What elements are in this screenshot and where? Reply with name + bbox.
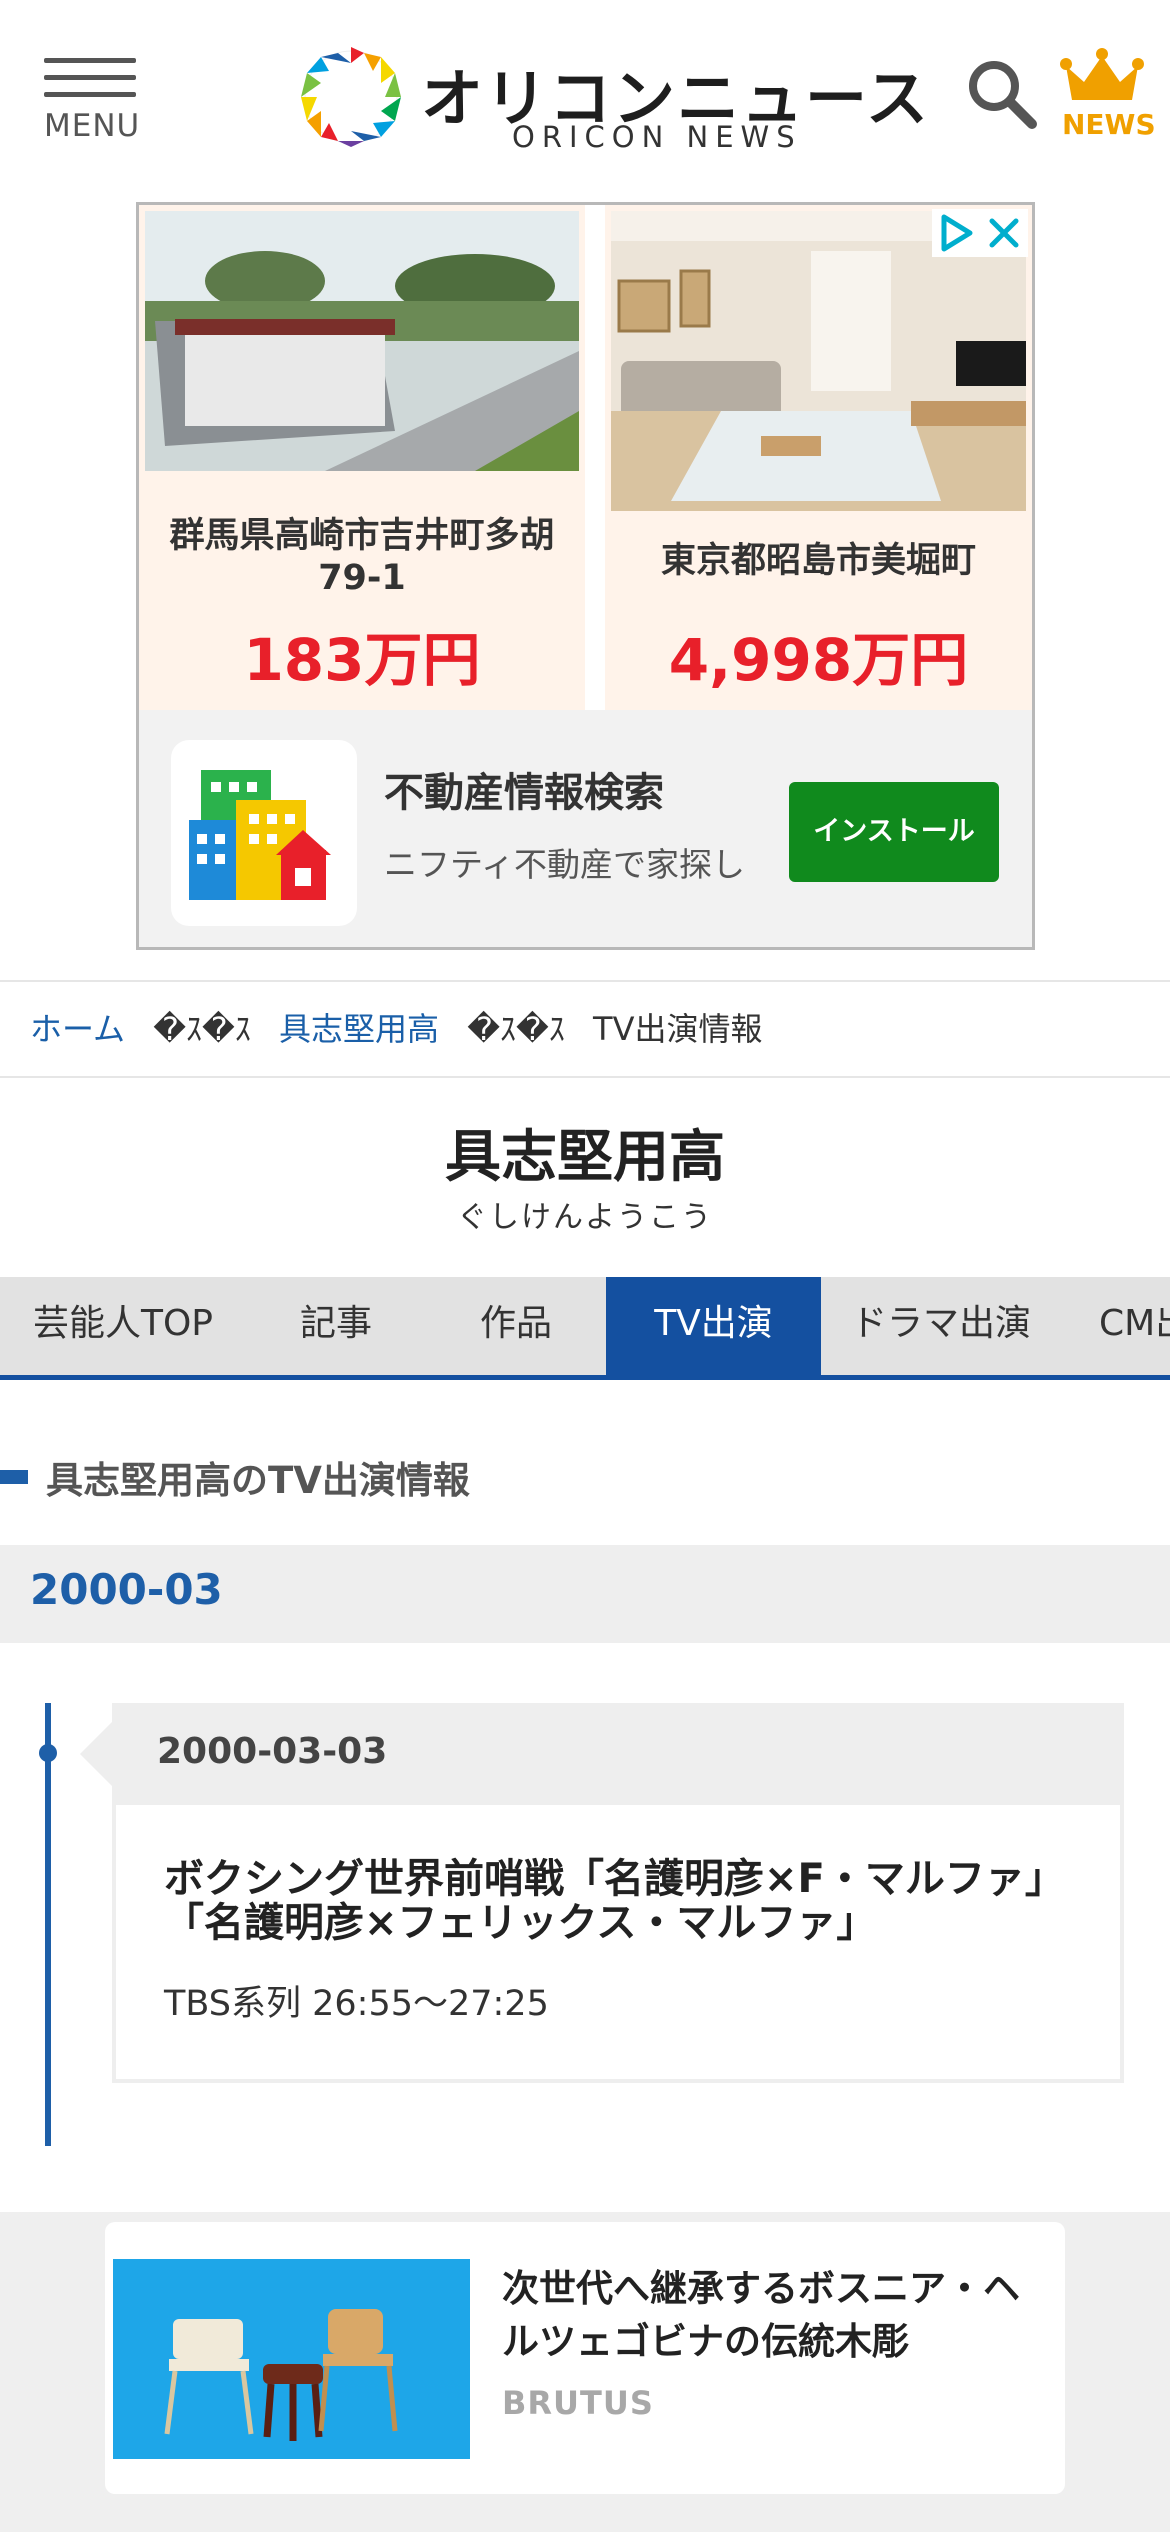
ad-listing-location: 東京都昭島市美堀町 (660, 541, 976, 581)
menu-icon-bar (44, 75, 136, 80)
site-header: MENU オリコンニュース ORICON NEWS NEWS (0, 0, 1170, 190)
search-button[interactable] (966, 58, 1038, 130)
logo-text-en: ORICON NEWS (512, 120, 802, 154)
tab-tv-appearances[interactable]: TV出演 (606, 1277, 821, 1375)
page-title: 具志堅用高 (445, 1125, 725, 1190)
appearance-card[interactable]: ボクシング世界前哨戦「名護明彦×F・マルファ」「名護明彦×フェリックス・マルファ… (112, 1805, 1124, 2083)
buildings-icon (189, 770, 331, 900)
app-icon (171, 740, 357, 926)
breadcrumb-separator: �ｽ�ｽ (153, 1010, 251, 1048)
ad-listing-location: 群馬県高崎市吉井町多胡79-1 (169, 516, 555, 598)
tab-drama-appearances[interactable]: ドラマ出演 (821, 1277, 1061, 1375)
section-marker (0, 1470, 28, 1484)
breadcrumb-home-link[interactable]: ホーム (30, 1010, 125, 1048)
tab-works[interactable]: 作品 (426, 1277, 606, 1375)
tab-articles[interactable]: 記事 (246, 1277, 426, 1375)
recommendation-thumbnail (113, 2259, 470, 2459)
recommendation-source: BRUTUS (502, 2384, 654, 2422)
program-title: ボクシング世界前哨戦「名護明彦×F・マルファ」「名護明彦×フェリックス・マルファ… (164, 1856, 1045, 1946)
menu-icon-bar (44, 92, 136, 97)
recommendation-card[interactable]: 次世代へ継承するボスニア・ヘルツェゴビナの伝統木彫 BRUTUS (105, 2222, 1065, 2494)
site-logo[interactable]: オリコンニュース ORICON NEWS (296, 42, 928, 162)
ad-choices-icon (932, 209, 980, 257)
app-description: ニフティ不動産で家探し (384, 845, 746, 884)
garage-photo-image (145, 211, 579, 471)
page-title-reading: ぐしけんようこう (457, 1200, 713, 1235)
news-label: NEWS (1062, 108, 1156, 141)
ad-listing-photo (145, 211, 579, 471)
ad-close-button[interactable] (980, 209, 1028, 257)
menu-button[interactable]: MENU (44, 58, 139, 148)
month-header: 2000-03 (0, 1545, 1170, 1643)
crown-icon (1060, 48, 1144, 100)
date-bubble-arrow (80, 1722, 112, 1786)
timeline-line (45, 1703, 51, 2146)
menu-label: MENU (44, 108, 141, 144)
ad-app-promo[interactable]: 不動産情報検索 ニフティ不動産で家探し インストール (139, 710, 1032, 947)
advertisement[interactable]: 群馬県高崎市吉井町多胡79-1 183万円 東京都昭島市美堀町 4,998万円 (136, 202, 1035, 950)
breadcrumb: ホーム �ｽ�ｽ 具志堅用高 �ｽ�ｽ TV出演情報 (0, 980, 1170, 1078)
recommendation-area: 次世代へ継承するボスニア・ヘルツェゴビナの伝統木彫 BRUTUS (0, 2212, 1170, 2532)
install-button[interactable]: インストール (789, 782, 999, 882)
section-heading: 具志堅用高のTV出演情報 (0, 1450, 1170, 1506)
breadcrumb-separator: �ｽ�ｽ (467, 1010, 565, 1048)
breadcrumb-person-link[interactable]: 具志堅用高 (279, 1010, 439, 1048)
ad-choices-button[interactable] (932, 209, 980, 257)
month-label: 2000-03 (30, 1565, 223, 1614)
appearance-date-header: 2000-03-03 (112, 1703, 1124, 1805)
search-icon (969, 61, 1037, 129)
ad-listing-price: 4,998万円 (668, 626, 969, 694)
app-title: 不動産情報検索 (384, 770, 664, 816)
breadcrumb-current: TV出演情報 (593, 1010, 763, 1048)
menu-icon (44, 58, 136, 63)
chairs-photo-image (113, 2259, 470, 2459)
profile-tabs: 芸能人TOP 記事 作品 TV出演 ドラマ出演 CM出演 (0, 1277, 1170, 1380)
ad-listing-card[interactable]: 群馬県高崎市吉井町多胡79-1 183万円 (139, 205, 585, 710)
ad-listing-card[interactable]: 東京都昭島市美堀町 4,998万円 (605, 205, 1032, 710)
timeline-dot (39, 1744, 57, 1762)
tab-top[interactable]: 芸能人TOP (0, 1277, 246, 1375)
close-icon (980, 209, 1028, 257)
ad-listing-price: 183万円 (243, 626, 481, 694)
appearance-date: 2000-03-03 (157, 1731, 388, 1772)
news-ranking-button[interactable]: NEWS (1060, 48, 1156, 144)
recommendation-title: 次世代へ継承するボスニア・ヘルツェゴビナの伝統木彫 (502, 2267, 1020, 2363)
tab-cm-appearances[interactable]: CM出演 (1061, 1277, 1170, 1375)
oricon-logo-icon (301, 47, 401, 147)
program-channel-time: TBS系列 26:55〜27:25 (164, 1984, 549, 2024)
section-title: 具志堅用高のTV出演情報 (46, 1459, 470, 1502)
